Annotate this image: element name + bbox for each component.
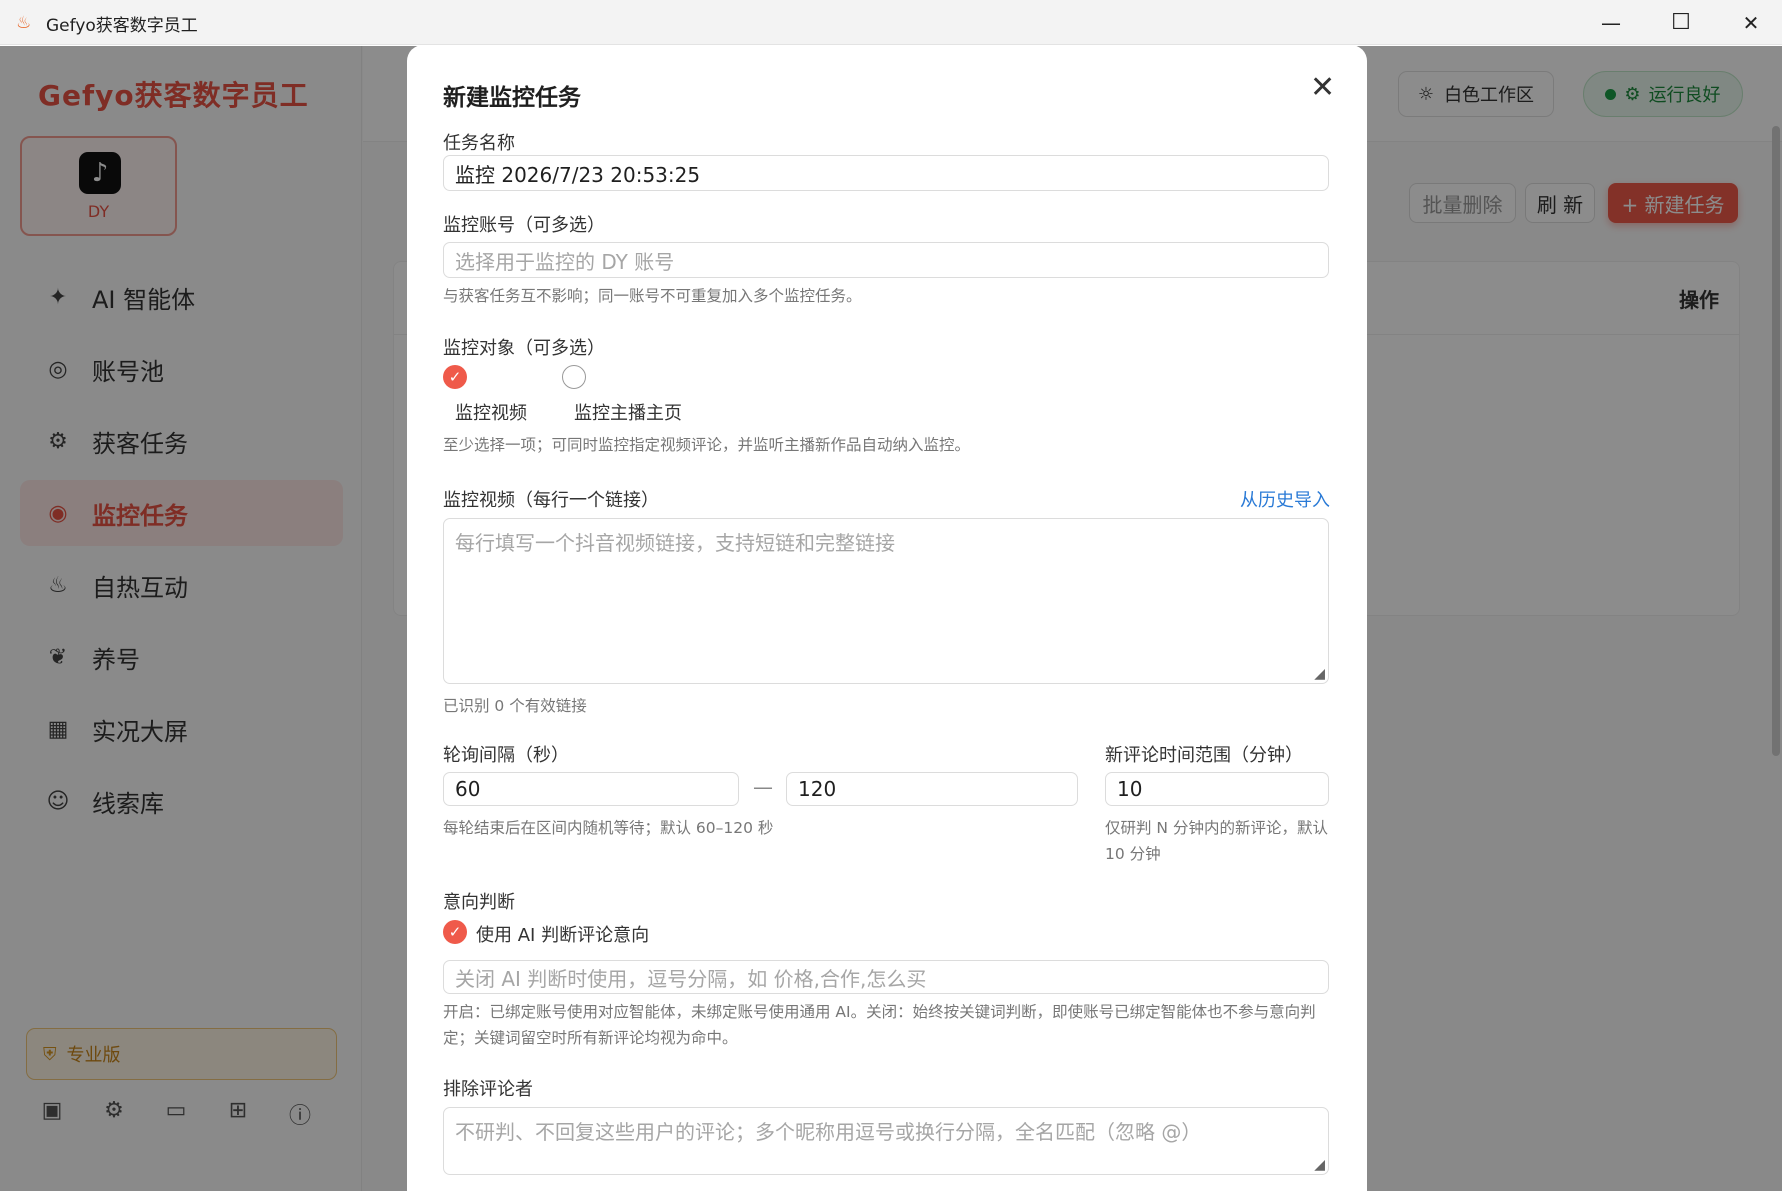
videos-placeholder: 每行填写一个抖音视频链接，支持短链和完整链接 bbox=[455, 531, 895, 555]
new-monitor-task-dialog: 新建监控任务 ✕ 任务名称 监控 2026/7/23 20:53:25 监控账号… bbox=[407, 45, 1367, 1191]
poll-max-input[interactable]: 120 bbox=[786, 772, 1078, 806]
monitor-video-option-label: 监控视频 bbox=[455, 403, 527, 424]
videos-label: 监控视频（每行一个链接） bbox=[443, 490, 659, 511]
resize-grip-icon[interactable]: ◢ bbox=[1314, 1158, 1325, 1172]
range-separator: — bbox=[753, 775, 773, 799]
time-range-input[interactable]: 10 bbox=[1105, 772, 1329, 806]
resize-grip-icon[interactable]: ◢ bbox=[1314, 667, 1325, 681]
title-bar: ♨ Gefyo获客数字员工 — ☐ ✕ bbox=[0, 0, 1782, 45]
monitor-video-checkbox[interactable]: ✓ bbox=[443, 365, 467, 389]
task-name-input[interactable]: 监控 2026/7/23 20:53:25 bbox=[443, 155, 1329, 191]
import-history-link[interactable]: 从历史导入 bbox=[1240, 486, 1330, 512]
poll-min-input[interactable]: 60 bbox=[443, 772, 739, 806]
monitor-anchor-option-label: 监控主播主页 bbox=[574, 403, 682, 424]
keywords-input[interactable]: 关闭 AI 判断时使用，逗号分隔，如 价格,合作,怎么买 bbox=[443, 960, 1329, 994]
time-range-hint: 仅研判 N 分钟内的新评论，默认 10 分钟 bbox=[1105, 819, 1328, 863]
valid-links-count: 已识别 0 个有效链接 bbox=[443, 697, 587, 715]
dialog-title: 新建监控任务 bbox=[443, 85, 581, 111]
targets-hint: 至少选择一项；可同时监控指定视频评论，并监听主播新作品自动纳入监控。 bbox=[443, 436, 971, 454]
exclude-label: 排除评论者 bbox=[443, 1079, 533, 1100]
intent-hint: 开启：已绑定账号使用对应智能体，未绑定账号使用通用 AI。关闭：始终按关键词判断… bbox=[443, 1003, 1316, 1047]
monitor-anchor-checkbox[interactable] bbox=[562, 365, 586, 389]
time-range-label: 新评论时间范围（分钟） bbox=[1105, 745, 1303, 766]
close-icon[interactable]: ✕ bbox=[1310, 73, 1335, 103]
intent-label: 意向判断 bbox=[443, 892, 515, 913]
minimize-button[interactable]: — bbox=[1576, 0, 1646, 45]
videos-textarea[interactable]: 每行填写一个抖音视频链接，支持短链和完整链接 ◢ bbox=[443, 518, 1329, 684]
accounts-label: 监控账号（可多选） bbox=[443, 215, 605, 236]
use-ai-label: 使用 AI 判断评论意向 bbox=[476, 925, 650, 946]
task-name-label: 任务名称 bbox=[443, 133, 515, 154]
exclude-textarea[interactable]: 不研判、不回复这些用户的评论；多个昵称用逗号或换行分隔，全名匹配（忽略 @） ◢ bbox=[443, 1107, 1329, 1175]
accounts-select[interactable]: 选择用于监控的 DY 账号 bbox=[443, 242, 1329, 278]
poll-interval-label: 轮询间隔（秒） bbox=[443, 745, 569, 766]
accounts-hint: 与获客任务互不影响；同一账号不可重复加入多个监控任务。 bbox=[443, 287, 862, 305]
poll-hint: 每轮结束后在区间内随机等待；默认 60–120 秒 bbox=[443, 819, 774, 837]
use-ai-checkbox[interactable]: ✓ bbox=[443, 920, 467, 944]
app-logo-icon: ♨ bbox=[16, 13, 32, 33]
maximize-button[interactable]: ☐ bbox=[1646, 0, 1716, 45]
targets-label: 监控对象（可多选） bbox=[443, 338, 605, 359]
window-close-button[interactable]: ✕ bbox=[1716, 0, 1782, 45]
exclude-placeholder: 不研判、不回复这些用户的评论；多个昵称用逗号或换行分隔，全名匹配（忽略 @） bbox=[455, 1120, 1202, 1144]
window-title: Gefyo获客数字员工 bbox=[46, 16, 198, 36]
